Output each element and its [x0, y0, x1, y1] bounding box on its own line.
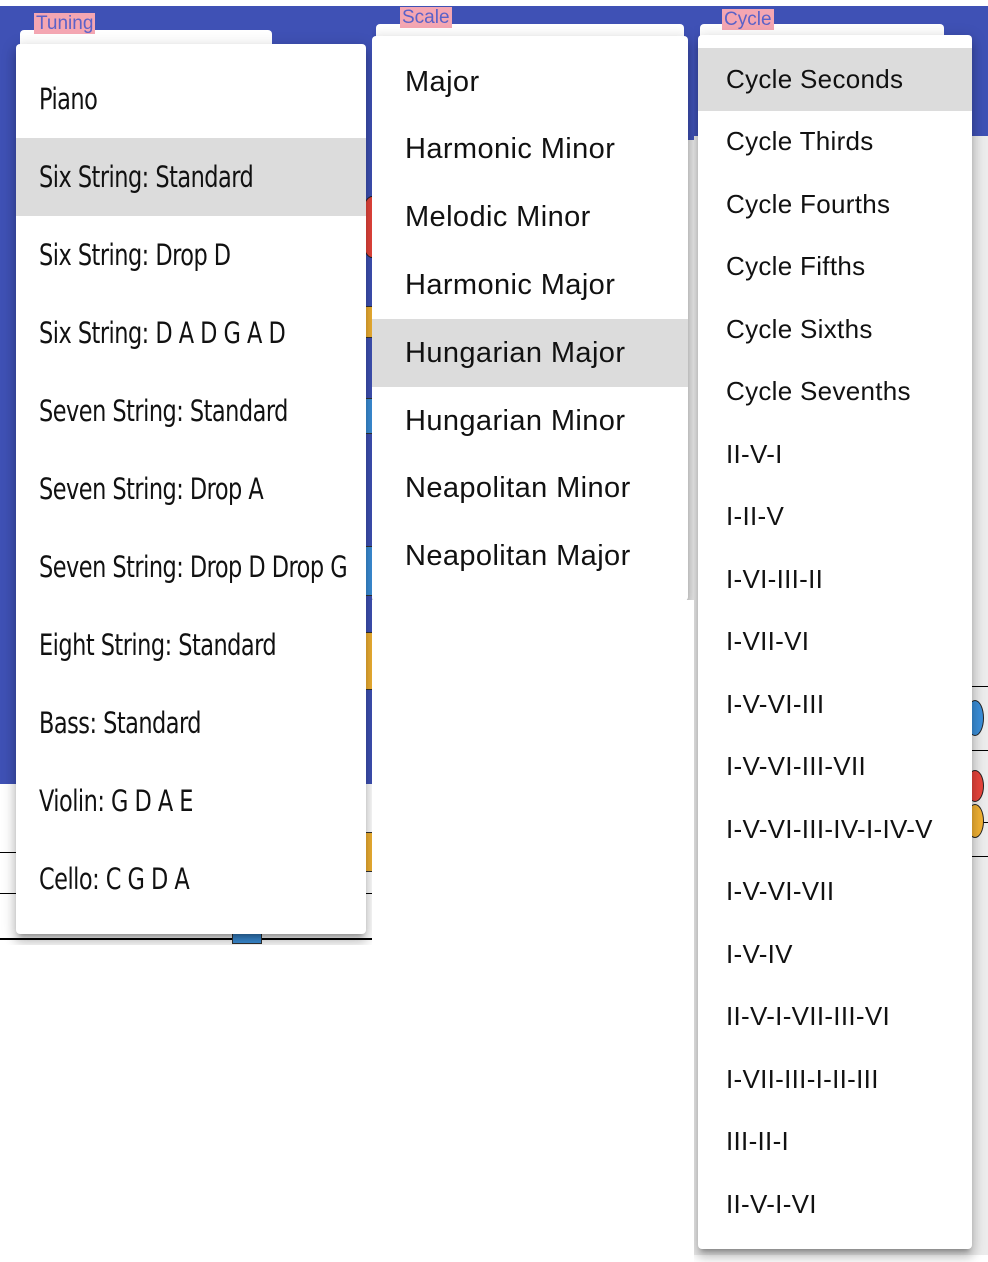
- scale-option-melodic-minor[interactable]: Melodic Minor: [372, 184, 688, 252]
- cycle-option-ii-v-i-vi[interactable]: II-V-I-VI: [698, 1173, 972, 1236]
- cycle-option-label: Cycle Seconds: [726, 63, 904, 94]
- cycle-option-label: III-II-I: [726, 1126, 790, 1157]
- tuning-option-label: Seven String: Drop D Drop G: [39, 550, 348, 584]
- cycle-option-ii-v-i[interactable]: II-V-I: [698, 423, 972, 486]
- fretboard-string: [972, 856, 988, 857]
- scale-option-harmonic-minor[interactable]: Harmonic Minor: [372, 116, 688, 184]
- tuning-option-seven-string-drop-d-drop-g[interactable]: Seven String: Drop D Drop G: [16, 528, 366, 606]
- cycle-option-ii-v-i-vii-iii-vi[interactable]: II-V-I-VII-III-VI: [698, 986, 972, 1049]
- cycle-option-cycle-fourths[interactable]: Cycle Fourths: [698, 173, 972, 236]
- cycle-option-i-v-iv[interactable]: I-V-IV: [698, 923, 972, 986]
- cycle-option-cycle-fifths[interactable]: Cycle Fifths: [698, 236, 972, 299]
- cycle-option-label: I-VII-III-I-II-III: [726, 1063, 879, 1094]
- cycle-option-label: II-V-I-VII-III-VI: [726, 1001, 890, 1032]
- cycle-label: Cycle: [722, 9, 774, 30]
- tuning-option-violin-g-d-a-e[interactable]: Violin: G D A E: [16, 762, 366, 840]
- scale-option-label: Harmonic Minor: [405, 133, 616, 166]
- cycle-panel: Cycle Cycle Seconds Cycle Thirds Cycle Fou…: [694, 0, 988, 1262]
- tuning-option-label: Six String: D A D G A D: [39, 316, 286, 350]
- tuning-option-six-string-d-a-d-g-a-d[interactable]: Six String: D A D G A D: [16, 294, 366, 372]
- cycle-option-label: I-VI-III-II: [726, 563, 824, 594]
- tuning-option-label: Cello: C G D A: [39, 862, 190, 896]
- scale-option-hungarian-minor[interactable]: Hungarian Minor: [372, 387, 688, 455]
- scale-dropdown-menu: Major Harmonic Minor Melodic Minor Harmonic…: [372, 36, 688, 600]
- tuning-label: Tuning: [34, 13, 96, 34]
- cycle-option-label: Cycle Sevenths: [726, 376, 911, 407]
- scale-option-label: Melodic Minor: [405, 201, 591, 234]
- tuning-option-six-string-standard[interactable]: Six String: Standard: [16, 138, 366, 216]
- tuning-option-seven-string-drop-a[interactable]: Seven String: Drop A: [16, 450, 366, 528]
- cycle-option-label: I-V-VI-III-VII: [726, 751, 866, 782]
- tuning-option-six-string-drop-d[interactable]: Six String: Drop D: [16, 216, 366, 294]
- tuning-option-label: Six String: Standard: [39, 160, 254, 194]
- cycle-option-i-vii-vi[interactable]: I-VII-VI: [698, 611, 972, 674]
- tuning-panel: Tuning Piano Six String: Standard Six Stri…: [0, 0, 372, 945]
- tuning-option-cello-c-g-d-a[interactable]: Cello: C G D A: [16, 840, 366, 918]
- tuning-option-piano[interactable]: Piano: [16, 60, 366, 138]
- cycle-dropdown-menu: Cycle Seconds Cycle Thirds Cycle Fourths Cy…: [698, 35, 972, 1249]
- cycle-option-i-vii-iii-i-ii-iii[interactable]: I-VII-III-I-II-III: [698, 1048, 972, 1111]
- tuning-option-label: Bass: Standard: [39, 706, 202, 740]
- cycle-option-i-vi-iii-ii[interactable]: I-VI-III-II: [698, 548, 972, 611]
- scale-option-neapolitan-minor[interactable]: Neapolitan Minor: [372, 455, 688, 523]
- tuning-option-label: Eight String: Standard: [39, 628, 277, 662]
- scale-label: Scale: [400, 7, 452, 28]
- cycle-option-i-v-vi-iii-iv-i-iv-v[interactable]: I-V-VI-III-IV-I-IV-V: [698, 798, 972, 861]
- cycle-option-cycle-sevenths[interactable]: Cycle Sevenths: [698, 361, 972, 424]
- cycle-option-cycle-sixths[interactable]: Cycle Sixths: [698, 298, 972, 361]
- cycle-option-label: Cycle Thirds: [726, 126, 874, 157]
- cycle-option-i-v-vi-vii[interactable]: I-V-VI-VII: [698, 861, 972, 924]
- tuning-option-label: Piano: [39, 82, 98, 116]
- cycle-option-label: II-V-I-VI: [726, 1188, 817, 1219]
- scale-option-label: Neapolitan Major: [405, 540, 631, 573]
- scale-option-label: Hungarian Minor: [405, 404, 626, 437]
- cycle-option-label: Cycle Sixths: [726, 313, 873, 344]
- cycle-option-cycle-thirds[interactable]: Cycle Thirds: [698, 111, 972, 174]
- cycle-option-label: I-VII-VI: [726, 626, 810, 657]
- tuning-option-bass-standard[interactable]: Bass: Standard: [16, 684, 366, 762]
- cycle-option-label: I-V-VI-VII: [726, 876, 835, 907]
- cycle-option-i-v-vi-iii-vii[interactable]: I-V-VI-III-VII: [698, 736, 972, 799]
- scale-option-label: Harmonic Major: [405, 268, 616, 301]
- cycle-option-iii-ii-i[interactable]: III-II-I: [698, 1111, 972, 1174]
- cycle-option-cycle-seconds[interactable]: Cycle Seconds: [698, 48, 972, 111]
- cycle-option-label: Cycle Fourths: [726, 188, 891, 219]
- cycle-option-label: I-V-VI-III: [726, 688, 825, 719]
- scale-option-label: Hungarian Major: [405, 336, 626, 369]
- cycle-option-i-ii-v[interactable]: I-II-V: [698, 486, 972, 549]
- tuning-option-seven-string-standard[interactable]: Seven String: Standard: [16, 372, 366, 450]
- fretboard-string: [972, 686, 988, 687]
- scale-option-label: Major: [405, 65, 480, 98]
- scale-panel: Scale Major Harmonic Minor Melodic Minor Ha…: [372, 0, 694, 600]
- cycle-option-i-v-vi-iii[interactable]: I-V-VI-III: [698, 673, 972, 736]
- tuning-dropdown-menu: Piano Six String: Standard Six String: Dro…: [16, 44, 366, 934]
- tuning-option-label: Violin: G D A E: [39, 784, 193, 818]
- cycle-option-label: I-V-IV: [726, 938, 793, 969]
- tuning-option-label: Six String: Drop D: [39, 238, 231, 272]
- scale-option-hungarian-major[interactable]: Hungarian Major: [372, 319, 688, 388]
- scale-option-major[interactable]: Major: [372, 48, 688, 116]
- scale-option-label: Neapolitan Minor: [405, 472, 631, 505]
- fretboard-string: [0, 938, 372, 940]
- cycle-option-label: II-V-I: [726, 438, 783, 469]
- scale-option-harmonic-major[interactable]: Harmonic Major: [372, 251, 688, 319]
- cycle-option-label: I-II-V: [726, 501, 785, 532]
- tuning-option-eight-string-standard[interactable]: Eight String: Standard: [16, 606, 366, 684]
- fretboard-string: [972, 750, 988, 751]
- tuning-option-label: Seven String: Standard: [39, 394, 288, 428]
- tuning-option-label: Seven String: Drop A: [39, 472, 264, 506]
- scale-option-neapolitan-major[interactable]: Neapolitan Major: [372, 523, 688, 591]
- cycle-option-label: I-V-VI-III-IV-I-IV-V: [726, 813, 933, 844]
- cycle-option-label: Cycle Fifths: [726, 251, 866, 282]
